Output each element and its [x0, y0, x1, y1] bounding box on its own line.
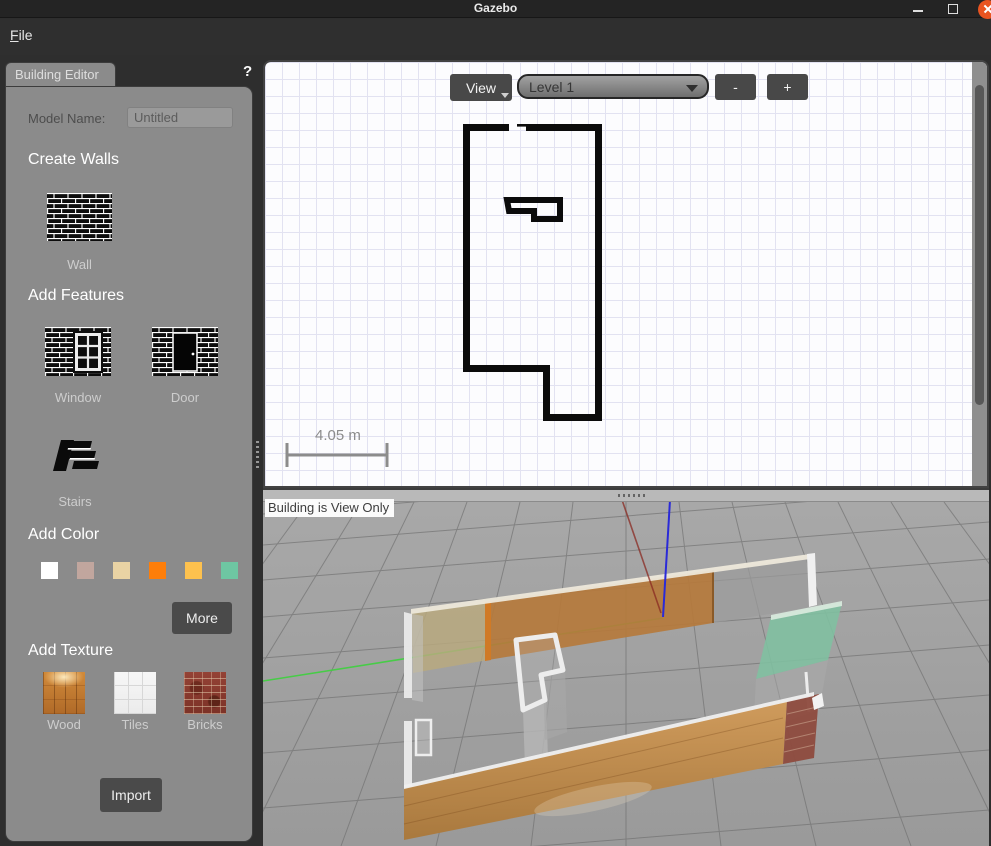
model-name-label: Model Name:: [28, 111, 105, 126]
floorplan-drawing: 4.05 m: [265, 62, 987, 486]
wall-tool-icon[interactable]: [47, 193, 112, 241]
texture-tiles-thumb[interactable]: [114, 672, 156, 714]
menu-file[interactable]: File: [10, 27, 33, 43]
title-bar: Gazebo: [0, 0, 991, 18]
minimize-icon[interactable]: [913, 10, 923, 12]
window-tool-icon[interactable]: [45, 327, 111, 376]
texture-tiles-label: Tiles: [114, 717, 156, 732]
stairs-tool-label: Stairs: [43, 494, 107, 509]
color-swatch-white[interactable]: [41, 562, 58, 579]
door-tool-icon[interactable]: [152, 327, 218, 376]
color-swatch-rose[interactable]: [77, 562, 94, 579]
gazebo-window: Gazebo File Building Editor ? Model Name…: [0, 0, 991, 846]
add-features-heading: Add Features: [28, 287, 124, 305]
view-only-overlay: Building is View Only: [265, 499, 394, 517]
render-3d-scene: [263, 502, 989, 846]
wall-tool-label: Wall: [47, 257, 112, 272]
maximize-icon[interactable]: [948, 4, 958, 14]
view-menu-button[interactable]: View: [450, 74, 512, 101]
interior-wall-outline: [507, 200, 560, 219]
stairs-tool-icon[interactable]: [51, 436, 99, 476]
texture-wood-label: Wood: [43, 717, 85, 732]
window-tool-label: Window: [45, 390, 111, 405]
color-swatch-orange[interactable]: [149, 562, 166, 579]
dropdown-arrow-icon: [686, 85, 698, 92]
texture-bricks-label: Bricks: [184, 717, 226, 732]
scale-label: 4.05 m: [315, 427, 361, 444]
level-select-value: Level 1: [529, 79, 574, 95]
texture-bricks-thumb[interactable]: [184, 672, 226, 714]
window-title: Gazebo: [0, 1, 991, 15]
import-texture-button[interactable]: Import: [100, 778, 162, 812]
close-icon[interactable]: [978, 0, 991, 19]
door-tool-label: Door: [152, 390, 218, 405]
level-select[interactable]: Level 1: [517, 74, 709, 99]
tab-building-editor[interactable]: Building Editor: [5, 62, 116, 87]
color-swatch-teal[interactable]: [221, 562, 238, 579]
view-menu-label: View: [466, 80, 496, 96]
chevron-down-icon: [501, 93, 509, 98]
menu-bar: File: [0, 19, 991, 55]
vertical-scrollbar-track[interactable]: [972, 62, 987, 486]
create-walls-heading: Create Walls: [28, 151, 119, 169]
vertical-splitter-handle[interactable]: [256, 441, 259, 471]
zoom-out-button[interactable]: -: [715, 74, 756, 100]
render-3d-view[interactable]: [263, 502, 989, 846]
help-icon[interactable]: ?: [243, 63, 252, 80]
zoom-in-button[interactable]: +: [767, 74, 808, 100]
add-texture-heading: Add Texture: [28, 642, 113, 660]
texture-wood-thumb[interactable]: [43, 672, 85, 714]
splitter-grip-icon: [618, 494, 645, 497]
color-swatch-amber[interactable]: [185, 562, 202, 579]
building-editor-panel: Model Name: Create Walls Wall Add Featur…: [5, 86, 253, 842]
add-color-heading: Add Color: [28, 526, 99, 544]
more-colors-button[interactable]: More: [172, 602, 232, 634]
scale-bar: [287, 443, 387, 467]
vertical-scrollbar-thumb[interactable]: [975, 85, 984, 405]
floorplan-2d-view[interactable]: View Level 1 - +: [263, 60, 989, 488]
model-name-input[interactable]: [127, 107, 233, 128]
color-swatch-tan[interactable]: [113, 562, 130, 579]
